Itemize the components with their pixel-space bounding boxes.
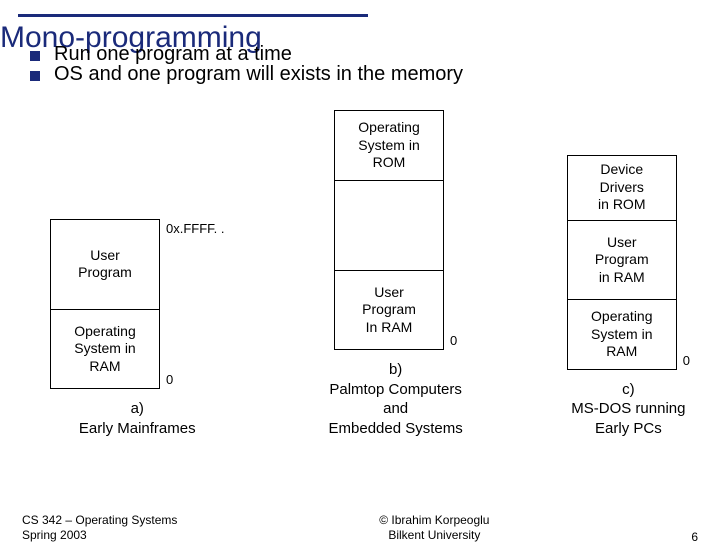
- diagram-a: User Program Operating System in RAM 0x.…: [50, 219, 225, 438]
- a-caption: a) Early Mainframes: [79, 399, 196, 438]
- bullet-square-icon: [30, 71, 40, 81]
- bullet-2-row: OS and one program will exists in the me…: [30, 63, 720, 86]
- diagram-area: User Program Operating System in RAM 0x.…: [0, 92, 720, 438]
- a-cell-user: User Program: [51, 220, 159, 309]
- diagram-c: Device Drivers in ROM User Program in RA…: [567, 155, 690, 439]
- b-cell-user: User Program In RAM: [335, 270, 443, 349]
- c-cell-user: User Program in RAM: [568, 220, 676, 299]
- c-bottom-addr: 0: [683, 353, 690, 368]
- footer-left: CS 342 – Operating Systems Spring 2003: [22, 513, 177, 544]
- c-cell-drivers: Device Drivers in ROM: [568, 156, 676, 220]
- bullet-1-row: Run one program at a time: [30, 43, 292, 66]
- footer: CS 342 – Operating Systems Spring 2003 ©…: [0, 513, 720, 544]
- b-cell-rom: Operating System in ROM: [335, 111, 443, 180]
- b-caption: b) Palmtop Computers and Embedded System…: [329, 360, 463, 438]
- diagram-b: Operating System in ROM User Program In …: [329, 110, 463, 438]
- bullet-2-text: OS and one program will exists in the me…: [54, 63, 463, 86]
- c-caption: c) MS-DOS running Early PCs: [571, 380, 685, 439]
- a-top-addr: 0x.FFFF. .: [166, 221, 225, 236]
- b-cell-empty: [335, 180, 443, 269]
- page-number: 6: [691, 530, 698, 544]
- a-bottom-addr: 0: [166, 372, 225, 387]
- footer-center: © Ibrahim Korpeoglu Bilkent University: [379, 513, 489, 544]
- bullet-square-icon: [30, 51, 40, 61]
- bullet-1-text: Run one program at a time: [54, 43, 292, 66]
- a-cell-os: Operating System in RAM: [51, 309, 159, 388]
- c-cell-os: Operating System in RAM: [568, 299, 676, 368]
- b-bottom-addr: 0: [450, 333, 457, 348]
